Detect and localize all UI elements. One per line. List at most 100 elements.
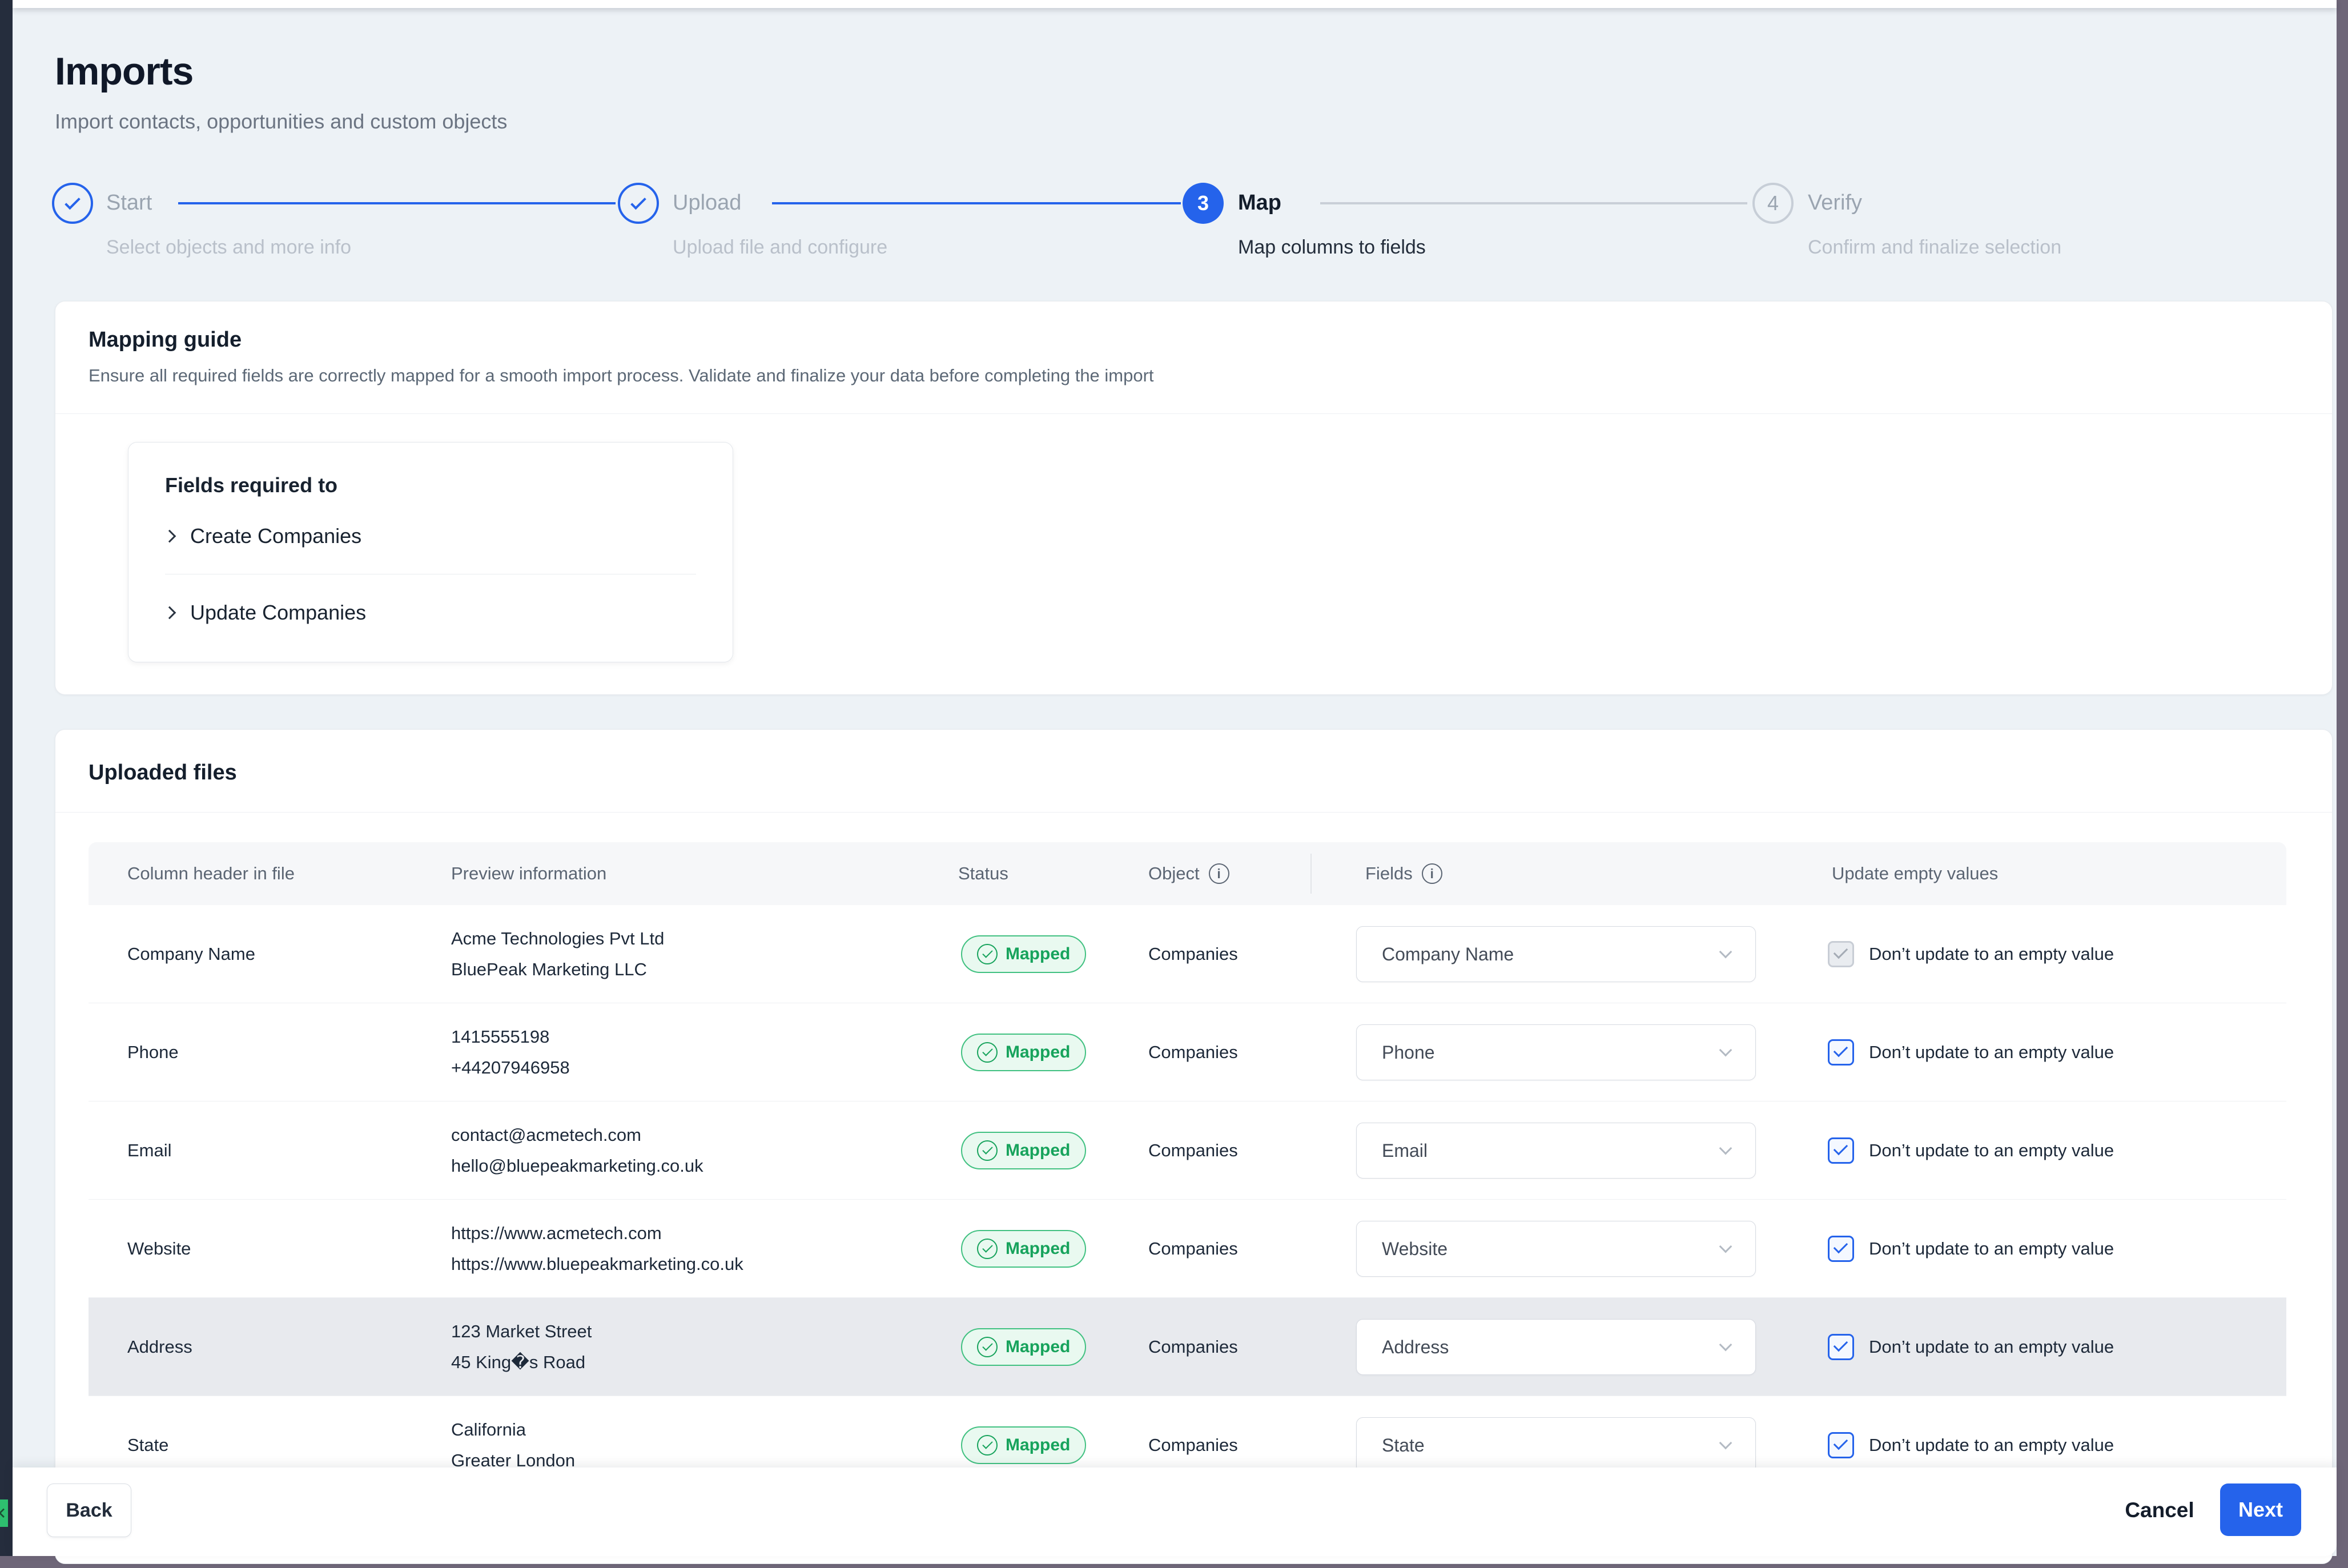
row-object: Companies: [1148, 1003, 1238, 1101]
chevron-down-icon: [1719, 946, 1732, 959]
chevron-down-icon: [1719, 1338, 1732, 1352]
step-upload-circle[interactable]: [618, 183, 659, 224]
accordion-item-label: Create Companies: [190, 524, 361, 548]
check-circle-icon: [977, 1140, 998, 1161]
check-circle-icon: [977, 1239, 998, 1259]
field-select[interactable]: Address: [1356, 1319, 1756, 1375]
info-icon[interactable]: i: [1422, 863, 1442, 884]
row-object: Companies: [1148, 1101, 1238, 1199]
empty-value-checkbox[interactable]: [1828, 1432, 1854, 1458]
empty-value-label: Don’t update to an empty value: [1869, 905, 2114, 1003]
row-column-header: Phone: [127, 1003, 179, 1101]
chevron-right-icon: [163, 606, 176, 620]
row-preview: contact@acmetech.com hello@bluepeakmarke…: [451, 1101, 703, 1199]
table-row: Address 123 Market Street 45 King�s Road…: [89, 1298, 2286, 1396]
row-preview: 1415555198 +44207946958: [451, 1003, 570, 1101]
accordion-item-update-companies[interactable]: Update Companies: [165, 596, 696, 630]
row-column-header: Website: [127, 1200, 191, 1297]
empty-value-label: Don’t update to an empty value: [1869, 1003, 2114, 1101]
status-badge: Mapped: [961, 935, 1086, 973]
chevron-down-icon: [1719, 1142, 1732, 1155]
row-preview: https://www.acmetech.com https://www.blu…: [451, 1200, 743, 1297]
step-connector: [1320, 202, 1747, 204]
cancel-button[interactable]: Cancel: [2102, 1483, 2217, 1537]
page-subtitle: Import contacts, opportunities and custo…: [55, 110, 507, 134]
step-verify-sublabel: Confirm and finalize selection: [1808, 236, 2061, 259]
window-top-bar: [13, 0, 2337, 8]
info-icon[interactable]: i: [1209, 863, 1229, 884]
step-map-circle[interactable]: 3: [1183, 183, 1224, 224]
table-row: Phone 1415555198 +44207946958 Mapped Com…: [89, 1003, 2286, 1101]
chat-icon: ✕: [0, 1504, 6, 1523]
field-select[interactable]: Company Name: [1356, 926, 1756, 982]
column-header-fields: Fields i: [1365, 842, 1442, 905]
footer-action-bar: Back Cancel Next: [13, 1468, 2337, 1556]
mapping-guide-card: Mapping guide Ensure all required fields…: [55, 301, 2333, 695]
empty-value-checkbox: [1828, 941, 1854, 967]
step-verify-label: Verify: [1808, 191, 1862, 215]
step-start-label: Start: [106, 191, 152, 215]
page-background: Imports Import contacts, opportunities a…: [13, 8, 2337, 1556]
row-column-header: Company Name: [127, 905, 255, 1003]
status-badge: Mapped: [961, 1034, 1086, 1071]
step-start-sublabel: Select objects and more info: [106, 236, 351, 259]
header-separator: [1310, 854, 1312, 894]
row-object: Companies: [1148, 1298, 1238, 1396]
chevron-down-icon: [1719, 1044, 1732, 1057]
column-header-update-empty: Update empty values: [1832, 842, 1998, 905]
row-column-header: Address: [127, 1298, 192, 1396]
accordion-item-label: Update Companies: [190, 601, 366, 625]
empty-value-checkbox[interactable]: [1828, 1137, 1854, 1164]
empty-value-label: Don’t update to an empty value: [1869, 1200, 2114, 1297]
empty-value-label: Don’t update to an empty value: [1869, 1101, 2114, 1199]
table-row: Website https://www.acmetech.com https:/…: [89, 1200, 2286, 1298]
row-column-header: Email: [127, 1101, 172, 1199]
empty-value-label: Don’t update to an empty value: [1869, 1298, 2114, 1396]
step-map-number: 3: [1197, 191, 1209, 215]
fields-required-title: Fields required to: [165, 473, 337, 497]
chevron-down-icon: [1719, 1437, 1732, 1450]
status-badge: Mapped: [961, 1132, 1086, 1169]
check-circle-icon: [977, 1042, 998, 1063]
chevron-right-icon: [163, 530, 176, 543]
step-start-circle[interactable]: [52, 183, 93, 224]
empty-value-checkbox[interactable]: [1828, 1334, 1854, 1360]
check-circle-icon: [977, 944, 998, 964]
check-circle-icon: [977, 1435, 998, 1456]
chevron-down-icon: [1719, 1240, 1732, 1253]
table-row: Email contact@acmetech.com hello@bluepea…: [89, 1101, 2286, 1200]
column-header-file: Column header in file: [127, 842, 295, 905]
step-upload-label: Upload: [673, 191, 741, 215]
step-verify-number: 4: [1767, 191, 1779, 215]
step-map-sublabel: Map columns to fields: [1238, 236, 1426, 259]
table-header: Column header in file Preview informatio…: [89, 842, 2286, 905]
field-select[interactable]: Email: [1356, 1123, 1756, 1179]
empty-value-checkbox[interactable]: [1828, 1039, 1854, 1066]
field-select[interactable]: Website: [1356, 1221, 1756, 1277]
field-select[interactable]: Phone: [1356, 1024, 1756, 1080]
chat-widget-peek[interactable]: ✕: [0, 1499, 8, 1527]
uploaded-files-card: Uploaded files Column header in file Pre…: [55, 729, 2333, 1564]
row-preview: 123 Market Street 45 King�s Road: [451, 1298, 592, 1396]
status-badge: Mapped: [961, 1230, 1086, 1268]
status-badge: Mapped: [961, 1328, 1086, 1366]
row-object: Companies: [1148, 905, 1238, 1003]
table-row: Company Name Acme Technologies Pvt Ltd B…: [89, 905, 2286, 1003]
step-map-label: Map: [1238, 191, 1281, 215]
mapping-guide-title: Mapping guide: [89, 328, 242, 352]
step-connector: [772, 202, 1181, 204]
page-title: Imports: [55, 49, 193, 94]
column-header-object: Object i: [1148, 842, 1229, 905]
next-button[interactable]: Next: [2220, 1483, 2301, 1536]
back-button[interactable]: Back: [47, 1483, 131, 1537]
column-header-preview: Preview information: [451, 842, 606, 905]
step-verify-circle[interactable]: 4: [1752, 183, 1794, 224]
step-connector: [178, 202, 616, 204]
uploaded-files-title: Uploaded files: [89, 761, 237, 785]
fields-required-card: Fields required to Create Companies Upda…: [128, 442, 733, 662]
mapping-guide-description: Ensure all required fields are correctly…: [89, 365, 1154, 386]
field-select[interactable]: State: [1356, 1417, 1756, 1473]
check-circle-icon: [977, 1337, 998, 1357]
empty-value-checkbox[interactable]: [1828, 1236, 1854, 1262]
accordion-item-create-companies[interactable]: Create Companies: [165, 519, 696, 553]
